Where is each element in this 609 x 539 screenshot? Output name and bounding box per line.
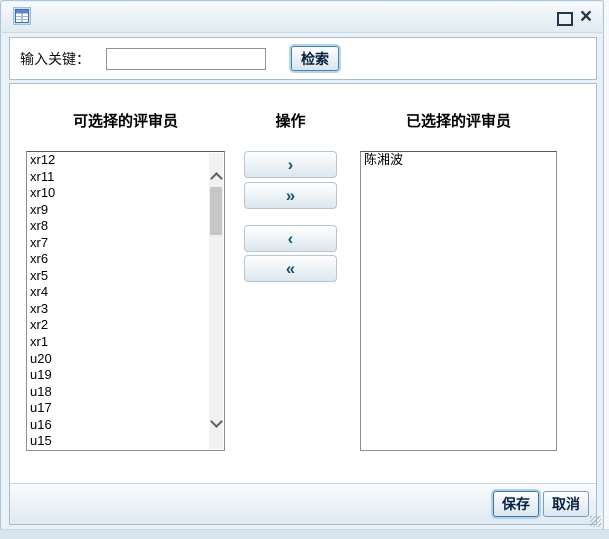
scrollbar-thumb[interactable] [210, 187, 222, 235]
footer-bar: 保存 取消 [10, 483, 596, 524]
cancel-button[interactable]: 取消 [543, 491, 589, 517]
list-item[interactable]: xr4 [27, 284, 210, 301]
background-page-edge [604, 0, 609, 530]
reviewer-picker-dialog: × 输入关键： 检索 可选择的评审员 操作 已选择的评审员 xr12xr11xr… [0, 0, 604, 530]
scrollbar[interactable] [209, 153, 223, 449]
scroll-down-icon[interactable] [210, 415, 223, 428]
list-item[interactable]: u20 [27, 351, 210, 368]
search-input[interactable] [106, 48, 266, 70]
list-item[interactable]: xr10 [27, 185, 210, 202]
list-item[interactable]: xr3 [27, 301, 210, 318]
search-button[interactable]: 检索 [291, 46, 339, 71]
search-bar: 输入关键： 检索 [9, 37, 597, 80]
scroll-up-icon[interactable] [210, 172, 223, 185]
table-grid-icon [13, 7, 31, 25]
search-label: 输入关键： [20, 49, 90, 69]
move-left-button[interactable]: ‹ [244, 225, 337, 252]
titlebar[interactable]: × [2, 2, 602, 33]
save-button[interactable]: 保存 [493, 491, 539, 517]
list-item[interactable]: xr2 [27, 317, 210, 334]
available-reviewers-list[interactable]: xr12xr11xr10xr9xr8xr7xr6xr5xr4xr3xr2xr1u… [26, 151, 225, 451]
list-item[interactable]: u18 [27, 384, 210, 401]
list-item[interactable]: u19 [27, 367, 210, 384]
maximize-icon[interactable] [557, 12, 573, 26]
move-all-right-button[interactable]: » [244, 182, 337, 209]
list-item[interactable]: xr11 [27, 169, 210, 186]
operation-header: 操作 [244, 110, 337, 131]
selected-reviewers-list[interactable]: 陈湘波 [360, 151, 557, 451]
list-item[interactable]: u17 [27, 400, 210, 417]
list-item[interactable]: u16 [27, 417, 210, 434]
list-item[interactable]: xr12 [27, 152, 210, 169]
move-all-left-button[interactable]: « [244, 255, 337, 282]
list-item[interactable]: xr6 [27, 251, 210, 268]
move-right-button[interactable]: › [244, 151, 337, 178]
list-item[interactable]: xr5 [27, 268, 210, 285]
resize-grip[interactable] [590, 516, 601, 527]
list-item[interactable]: xr8 [27, 218, 210, 235]
transfer-area: 可选择的评审员 操作 已选择的评审员 xr12xr11xr10xr9xr8xr7… [9, 83, 597, 525]
list-item[interactable]: xr1 [27, 334, 210, 351]
selected-list-header: 已选择的评审员 [360, 110, 557, 131]
list-item[interactable]: 陈湘波 [361, 152, 556, 169]
available-list-header: 可选择的评审员 [26, 110, 225, 131]
list-item[interactable]: xr7 [27, 235, 210, 252]
close-icon[interactable]: × [577, 4, 595, 30]
list-item[interactable]: u15 [27, 433, 210, 450]
list-item[interactable]: xr9 [27, 202, 210, 219]
